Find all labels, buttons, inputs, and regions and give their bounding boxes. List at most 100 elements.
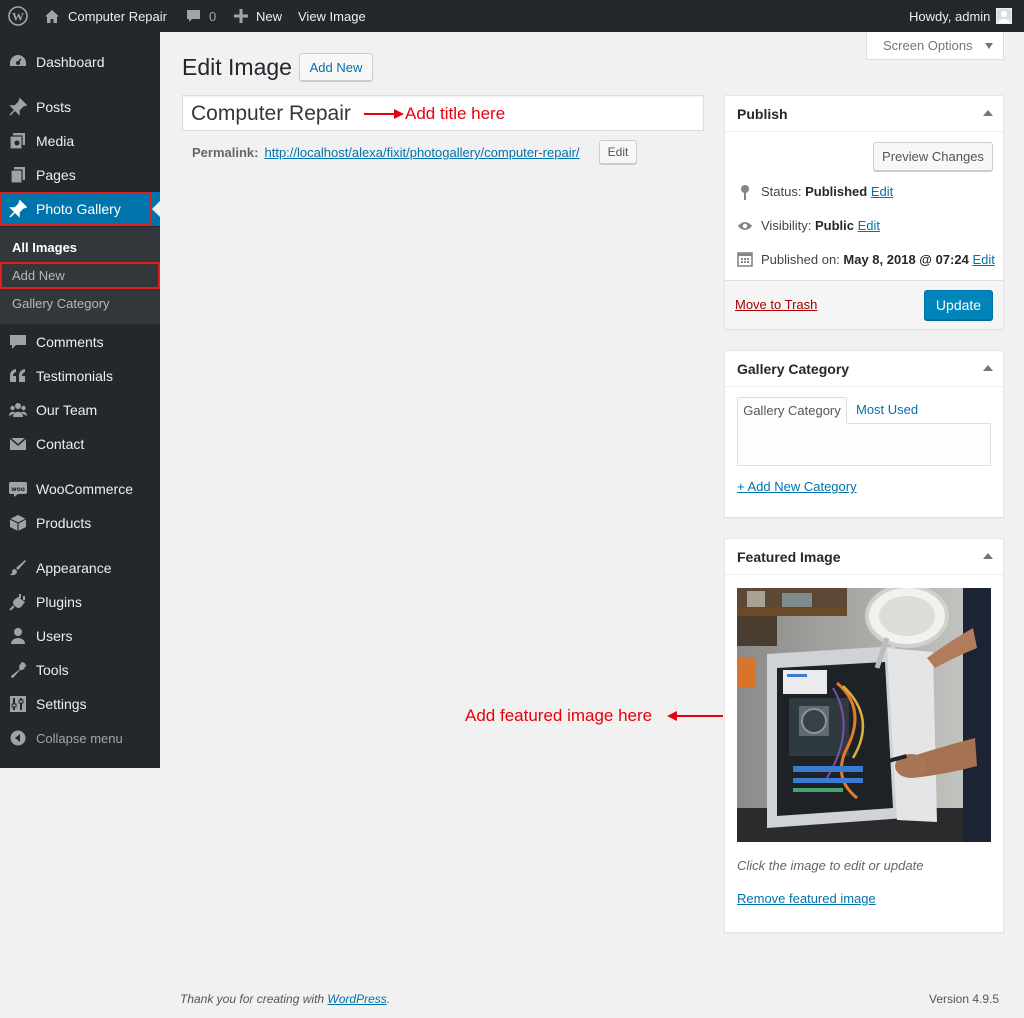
title-annotation-arrow <box>364 109 404 119</box>
collapse-menu-button[interactable]: Collapse menu <box>0 721 160 755</box>
menu-label: Plugins <box>36 594 82 610</box>
dashboard-icon <box>8 52 28 72</box>
calendar-icon <box>737 251 753 267</box>
gallery-category-header[interactable]: Gallery Category <box>725 351 1003 387</box>
home-icon <box>44 9 60 24</box>
menu-label: WooCommerce <box>36 481 133 497</box>
footer-thanks: Thank you for creating with WordPress. <box>180 992 390 1006</box>
menu-products[interactable]: Products <box>0 506 160 540</box>
featured-image-title: Featured Image <box>737 549 841 565</box>
admin-bar: W Computer Repair 0 New View Image Howdy… <box>0 0 1024 32</box>
category-list <box>737 423 991 466</box>
menu-users[interactable]: Users <box>0 619 160 653</box>
menu-label: Appearance <box>36 560 112 576</box>
collapse-toggle-icon[interactable] <box>983 365 993 371</box>
menu-posts[interactable]: Posts <box>0 90 160 124</box>
gallery-category-box: Gallery Category Gallery Category Most U… <box>724 350 1004 518</box>
menu-settings[interactable]: Settings <box>0 687 160 721</box>
menu-our-team[interactable]: Our Team <box>0 393 160 427</box>
menu-comments[interactable]: Comments <box>0 325 160 359</box>
screen-options-button[interactable]: Screen Options <box>866 32 1004 60</box>
collapse-toggle-icon[interactable] <box>983 110 993 116</box>
menu-label: Pages <box>36 167 76 183</box>
tab-most-used[interactable]: Most Used <box>856 402 918 417</box>
status-value: Published <box>805 184 868 199</box>
user-icon <box>8 626 28 646</box>
published-edit-link[interactable]: Edit <box>972 252 994 267</box>
menu-plugins[interactable]: Plugins <box>0 585 160 619</box>
brush-icon <box>8 558 28 578</box>
update-button[interactable]: Update <box>924 290 993 320</box>
move-to-trash-link[interactable]: Move to Trash <box>735 297 817 312</box>
footer-thanks-text: Thank you for creating with <box>180 992 328 1006</box>
permalink-row: Permalink: http://localhost/alexa/fixit/… <box>192 145 580 160</box>
menu-tools[interactable]: Tools <box>0 653 160 687</box>
menu-woocommerce[interactable]: woo WooCommerce <box>0 472 160 506</box>
preview-changes-button[interactable]: Preview Changes <box>873 142 993 171</box>
menu-label: Testimonials <box>36 368 114 384</box>
eye-icon <box>737 218 753 234</box>
menu-label: Settings <box>36 696 87 712</box>
collapse-toggle-icon[interactable] <box>983 553 993 559</box>
menu-label: Collapse menu <box>36 730 123 746</box>
remove-featured-image-link[interactable]: Remove featured image <box>737 891 876 906</box>
menu-appearance[interactable]: Appearance <box>0 551 160 585</box>
box-icon <box>8 513 28 533</box>
submenu-gallery-category[interactable]: Gallery Category <box>12 296 110 311</box>
featured-image-header[interactable]: Featured Image <box>725 539 1003 575</box>
pin-icon <box>8 97 28 117</box>
view-image-link[interactable]: View Image <box>298 0 366 32</box>
add-new-category-link[interactable]: + Add New Category <box>737 479 857 494</box>
status-row: Status: Published Edit <box>761 184 893 199</box>
svg-text:W: W <box>12 10 24 24</box>
site-name-link[interactable]: Computer Repair <box>44 0 167 32</box>
visibility-value: Public <box>814 218 854 233</box>
footer-version: Version 4.9.5 <box>929 992 1000 1006</box>
menu-dashboard[interactable]: Dashboard <box>0 45 160 79</box>
featured-image-photo[interactable] <box>737 588 991 842</box>
comments-link[interactable]: 0 <box>186 0 216 32</box>
team-icon <box>8 400 28 420</box>
visibility-label: Visibility: <box>761 218 812 233</box>
menu-label: Dashboard <box>36 54 105 70</box>
menu-testimonials[interactable]: Testimonials <box>0 359 160 393</box>
published-value: May 8, 2018 @ 07:24 <box>843 252 969 267</box>
permalink-label: Permalink: <box>192 145 259 160</box>
new-content-link[interactable]: New <box>234 0 282 32</box>
tab-gallery-category[interactable]: Gallery Category <box>737 397 847 424</box>
page-title: Edit Image <box>182 54 292 80</box>
comments-count: 0 <box>209 8 217 24</box>
menu-label: Comments <box>36 334 104 350</box>
comment-icon <box>8 332 28 352</box>
menu-label: Users <box>36 628 73 644</box>
media-icon <box>8 131 28 151</box>
title-input-value: Computer Repair <box>191 102 351 125</box>
permalink-url[interactable]: http://localhost/alexa/fixit/photogaller… <box>264 145 579 160</box>
featured-annotation-arrow <box>667 711 723 721</box>
menu-media[interactable]: Media <box>0 124 160 158</box>
published-label: Published on: <box>761 252 840 267</box>
pages-icon <box>8 165 28 185</box>
submenu-all-images[interactable]: All Images <box>12 240 77 255</box>
wordpress-link[interactable]: WordPress <box>327 992 386 1006</box>
publish-box-header[interactable]: Publish <box>725 96 1003 132</box>
wordpress-logo-icon[interactable]: W <box>8 0 28 32</box>
menu-contact[interactable]: Contact <box>0 427 160 461</box>
svg-text:woo: woo <box>11 486 25 493</box>
visibility-edit-link[interactable]: Edit <box>858 218 880 233</box>
add-new-button[interactable]: Add New <box>299 53 373 81</box>
admin-sidebar: Dashboard Posts Media Pages Photo Galler… <box>0 32 160 768</box>
menu-label: Tools <box>36 662 69 678</box>
menu-pages[interactable]: Pages <box>0 158 160 192</box>
site-name: Computer Repair <box>68 8 167 24</box>
highlight-box-add-new <box>0 262 160 289</box>
plus-icon <box>234 9 248 23</box>
settings-icon <box>8 694 28 714</box>
gallery-category-title: Gallery Category <box>737 361 850 377</box>
permalink-edit-button[interactable]: Edit <box>599 140 637 164</box>
my-account-link[interactable]: Howdy, admin <box>909 0 1013 32</box>
status-edit-link[interactable]: Edit <box>871 184 893 199</box>
published-on-row: Published on: May 8, 2018 @ 07:24 Edit <box>761 252 995 267</box>
mail-icon <box>8 434 28 454</box>
title-annotation: Add title here <box>405 104 506 123</box>
